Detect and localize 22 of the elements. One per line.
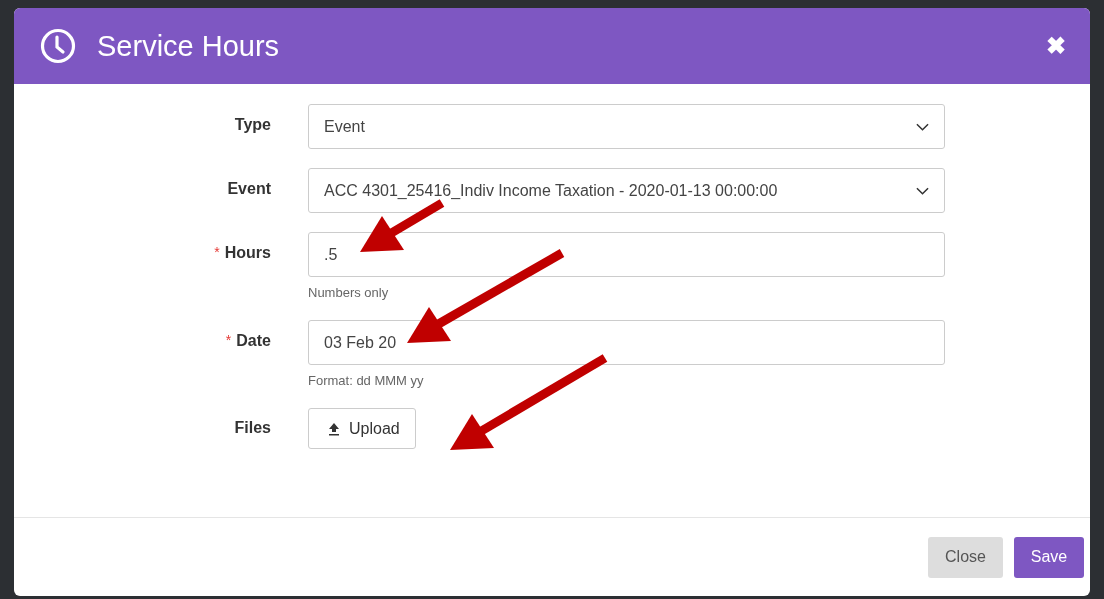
field-label: Files	[234, 419, 271, 437]
upload-icon	[327, 421, 341, 436]
field-label: Date	[236, 332, 271, 350]
field-label: Type	[234, 116, 271, 134]
upload-button[interactable]: Upload	[308, 408, 416, 449]
close-button[interactable]: ✖	[1046, 34, 1066, 58]
save-button[interactable]: Save	[1014, 536, 1084, 578]
select-field[interactable]: Event	[308, 104, 945, 149]
input-field[interactable]: 03 Feb 20	[308, 320, 945, 365]
required-mark: *	[214, 244, 220, 260]
help-text: Format: dd MMM yy	[308, 373, 425, 390]
close-button[interactable]: Close	[928, 536, 1003, 578]
chevron-down-icon	[916, 122, 929, 131]
chevron-down-icon	[916, 186, 929, 195]
field-label: Event	[227, 180, 271, 198]
select-field[interactable]: ACC 4301_25416_Indiv Income Taxation - 2020-01-13 00:00:00	[308, 168, 945, 213]
required-mark: *	[225, 332, 232, 348]
field-label: Hours	[224, 244, 271, 262]
dialog-title: Service Hours	[97, 29, 281, 63]
input-field[interactable]: .5	[308, 232, 945, 277]
help-text: Numbers only	[308, 285, 390, 302]
clock-icon	[40, 28, 76, 64]
